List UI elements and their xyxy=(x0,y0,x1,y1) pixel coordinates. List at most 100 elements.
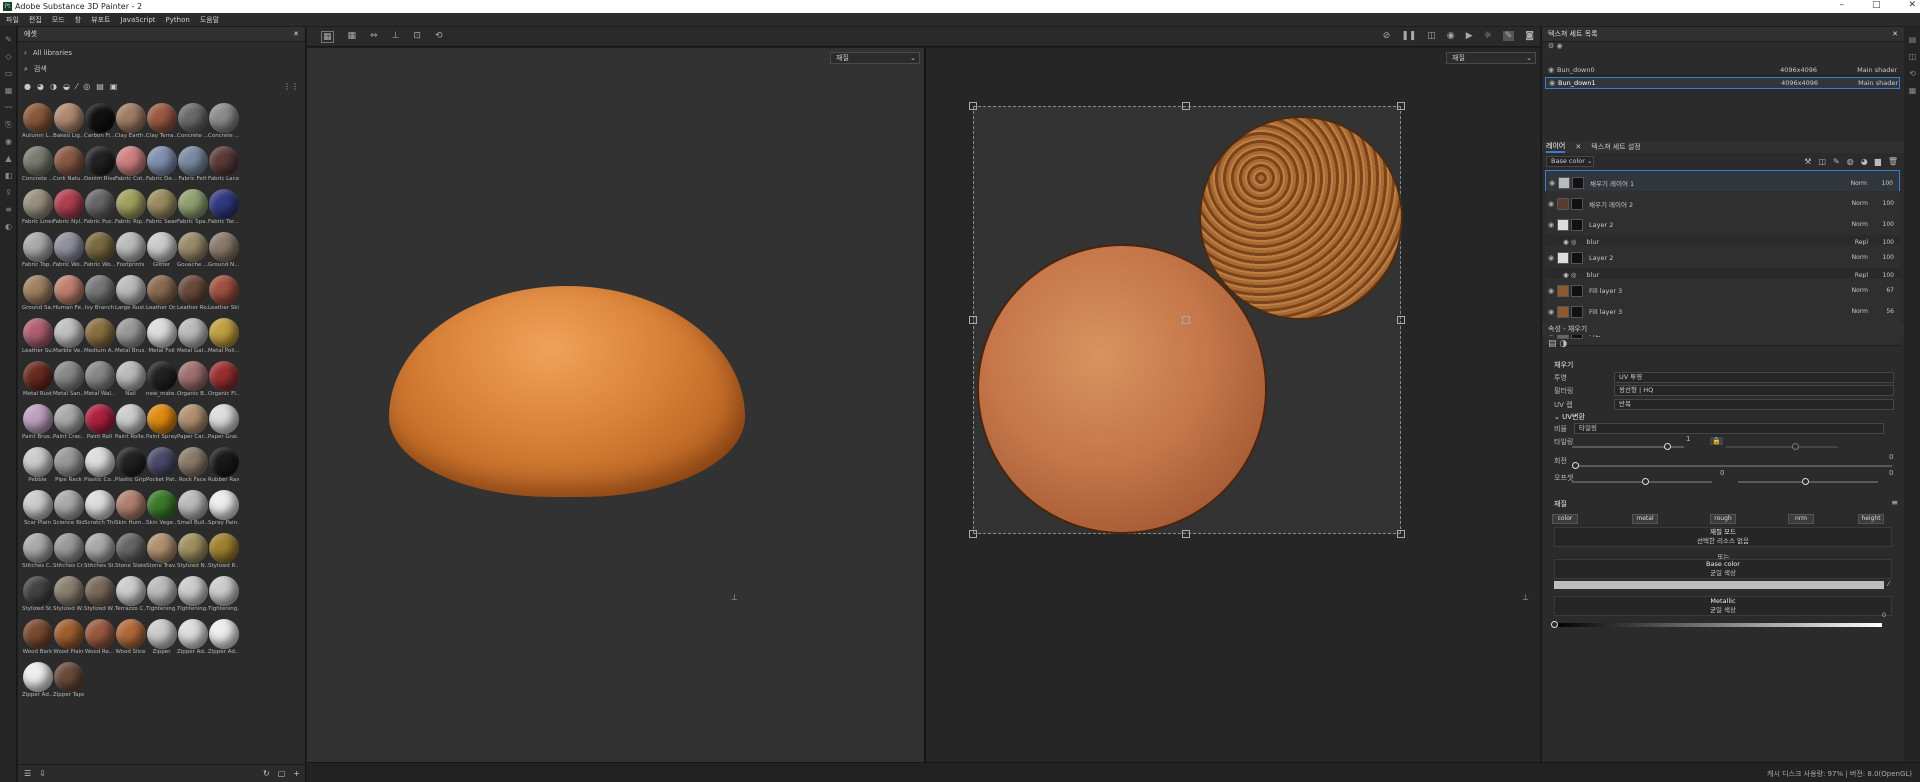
asset-tile[interactable]: Fabric Seam xyxy=(146,189,177,226)
filter-textures-icon[interactable]: ▤ xyxy=(96,82,104,91)
projection-dropdown[interactable]: UV 투영 xyxy=(1614,372,1894,383)
asset-tile[interactable]: Metal Gal... xyxy=(177,318,208,355)
eye-icon[interactable]: ◉ xyxy=(1546,179,1558,187)
hide-icon[interactable]: ⊘ xyxy=(1383,31,1391,41)
eye-icon[interactable]: ◉ xyxy=(1545,66,1557,74)
filter-list-icon[interactable]: ☰ xyxy=(24,769,31,778)
asset-tile[interactable]: Paint Spray xyxy=(146,404,177,441)
asset-tile[interactable]: Stylized R... xyxy=(208,533,239,570)
menu-edit[interactable]: 편집 xyxy=(29,15,42,25)
metallic-slider[interactable] xyxy=(1554,623,1882,627)
filter-dropdown[interactable]: 쌍선형 | HQ xyxy=(1614,385,1894,396)
tiling-knob-v[interactable] xyxy=(1792,443,1799,450)
channel-dropdown[interactable]: Base color ⌄ xyxy=(1546,156,1594,167)
transform-handle[interactable] xyxy=(1397,530,1405,538)
bake-icon[interactable]: ◧ xyxy=(3,171,14,180)
fill-layer-icon[interactable]: ◍ xyxy=(1847,157,1854,166)
viewport-3d-channel-select[interactable]: 재질 ⌄ xyxy=(830,52,920,64)
asset-tile[interactable]: Concrete ... xyxy=(177,103,208,140)
asset-tile[interactable]: Wood Re... xyxy=(84,619,115,656)
metallic-value[interactable]: 0 xyxy=(1882,611,1886,619)
lock-icon[interactable]: 🔒 xyxy=(1710,437,1723,445)
asset-tile[interactable]: Fabric Lace xyxy=(208,146,239,183)
eye-icon[interactable]: ◉ xyxy=(1557,42,1563,50)
minimize-icon[interactable]: – xyxy=(1839,0,1844,10)
asset-tile[interactable]: Paint Rolle... xyxy=(115,404,146,441)
asset-tile[interactable]: Stylized W... xyxy=(53,576,84,613)
asset-tile[interactable]: Zipper Ad... xyxy=(22,662,53,699)
rotation-value[interactable]: 0 xyxy=(1889,453,1893,461)
asset-tile[interactable]: Pebble xyxy=(22,447,53,484)
asset-tile[interactable]: Pipe Rack xyxy=(53,447,84,484)
close-icon[interactable]: ✕ xyxy=(1575,143,1581,151)
material-picker-icon[interactable]: ◉ xyxy=(3,137,14,146)
asset-tile[interactable]: Human Fe... xyxy=(53,275,84,312)
layout-grid-icon[interactable]: ▦ xyxy=(348,31,357,43)
asset-tile[interactable]: Fabric De... xyxy=(146,146,177,183)
asset-tile[interactable]: Fabric Tar... xyxy=(208,189,239,226)
transform-handle[interactable] xyxy=(969,530,977,538)
ratio-dropdown[interactable]: 타일링 xyxy=(1574,423,1884,434)
asset-tile[interactable]: Metal Wal... xyxy=(84,361,115,398)
asset-tile[interactable]: Stylized St... xyxy=(22,576,53,613)
asset-tile[interactable]: Stylized W... xyxy=(84,576,115,613)
grid-view-icon[interactable]: ⋮⋮ xyxy=(283,82,299,91)
history-icon[interactable]: ⟲ xyxy=(1907,69,1918,78)
filter-particles-icon[interactable]: ◎ xyxy=(83,82,90,91)
texture-set-list-icon[interactable]: ▤ xyxy=(1907,35,1918,44)
uv-island-bun-top[interactable] xyxy=(977,244,1267,534)
texture-set-shader[interactable]: Main shader xyxy=(1817,66,1897,74)
smudge-icon[interactable]: 〰 xyxy=(3,103,14,112)
eyedropper-icon[interactable]: ⁄ xyxy=(1888,580,1889,588)
transform-handle[interactable] xyxy=(1397,102,1405,110)
search-input[interactable]: 검색 xyxy=(34,64,47,74)
asset-tile[interactable]: Organic Fl... xyxy=(208,361,239,398)
asset-tile[interactable]: Clay Terra... xyxy=(146,103,177,140)
add-mask-icon[interactable]: ◫ xyxy=(1818,157,1826,166)
search-field[interactable]: ⌕ 검색 xyxy=(18,62,305,76)
rotation-knob[interactable] xyxy=(1572,462,1579,469)
asset-tile[interactable]: Paint Brus... xyxy=(22,404,53,441)
transform-handle[interactable] xyxy=(1182,102,1190,110)
menu-help[interactable]: 도움말 xyxy=(200,15,219,25)
asset-tile[interactable]: Paint Crac... xyxy=(53,404,84,441)
channel-toggle-height[interactable]: height xyxy=(1858,514,1884,524)
channel-toggle-color[interactable]: color xyxy=(1552,514,1578,524)
maximize-icon[interactable]: □ xyxy=(1872,0,1881,10)
asset-tile[interactable]: Ivy Branch xyxy=(84,275,115,312)
texture-set-shader[interactable]: Main shader xyxy=(1818,79,1898,87)
refresh-icon[interactable]: ↻ xyxy=(263,769,270,778)
asset-tile[interactable]: Small Bull... xyxy=(177,490,208,527)
mask-thumbnail[interactable] xyxy=(1571,284,1583,297)
opacity-value[interactable]: 100 xyxy=(1868,200,1894,207)
opacity-value[interactable]: 56 xyxy=(1868,308,1894,315)
texture-set-row-selected[interactable]: ◉ Bun_down1 4096x4096 Main shader xyxy=(1545,77,1900,89)
asset-tile[interactable]: Medium A... xyxy=(84,318,115,355)
asset-tile[interactable]: Fabric Nyl... xyxy=(53,189,84,226)
asset-tile[interactable]: Leather Su... xyxy=(22,318,53,355)
tiling-slider-v[interactable] xyxy=(1726,446,1838,448)
asset-tile[interactable]: Nail xyxy=(115,361,146,398)
rotation-slider[interactable] xyxy=(1572,465,1892,467)
add-icon[interactable]: + xyxy=(293,769,300,778)
asset-tile[interactable]: Skin Vege... xyxy=(146,490,177,527)
asset-tile[interactable]: Fabric Cot... xyxy=(115,146,146,183)
opacity-value[interactable]: 100 xyxy=(1867,180,1893,187)
uv-wrap-dropdown[interactable]: 반복 xyxy=(1614,399,1894,410)
asset-tile[interactable]: Metal Brus... xyxy=(115,318,146,355)
blend-mode[interactable]: Norm xyxy=(1838,254,1868,261)
uv-island-bun-bottom[interactable] xyxy=(1199,116,1403,320)
eye-icon[interactable]: ◉ xyxy=(1545,200,1557,208)
asset-tile[interactable]: Stitches St... xyxy=(84,533,115,570)
asset-tile[interactable]: Zipper Ad... xyxy=(208,619,239,656)
add-effect-icon[interactable]: ⚒ xyxy=(1804,157,1811,166)
blend-mode[interactable]: Norm xyxy=(1838,308,1868,315)
offset-knob-v[interactable] xyxy=(1802,478,1809,485)
iray-icon[interactable]: ◫ xyxy=(1427,31,1436,41)
asset-tile[interactable]: Large Rust... xyxy=(115,275,146,312)
asset-tile[interactable]: Footprints xyxy=(115,232,146,269)
asset-tile[interactable]: Organic B... xyxy=(177,361,208,398)
menu-javascript[interactable]: JavaScript xyxy=(120,16,155,24)
bun-model[interactable] xyxy=(389,286,745,497)
texture-set-row[interactable]: ◉ Bun_down0 4096x4096 Main shader xyxy=(1545,64,1900,76)
